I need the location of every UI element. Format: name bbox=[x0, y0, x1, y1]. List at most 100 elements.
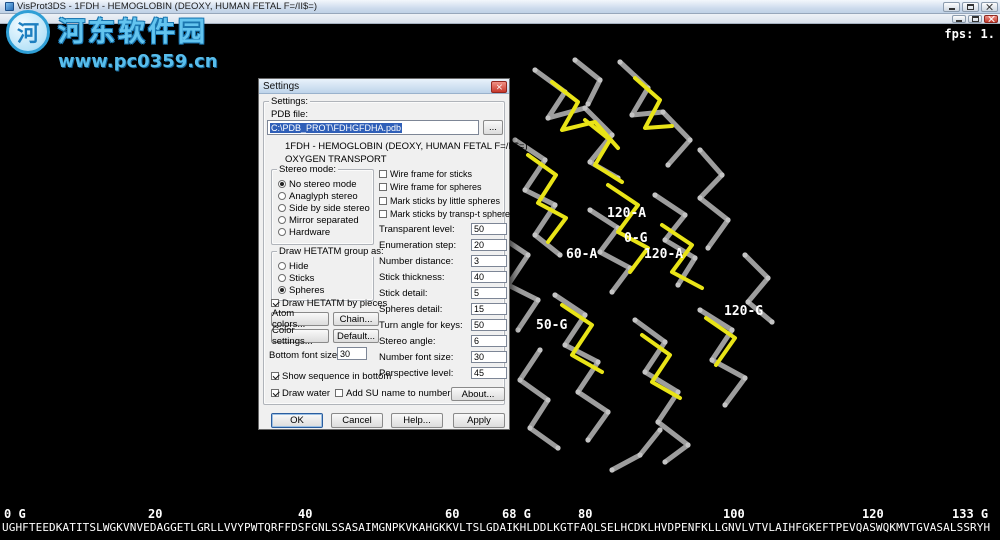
radio-label: Anaglyph stereo bbox=[289, 191, 358, 202]
checkbox-wire-frame-for-spheres[interactable]: Wire frame for spheres bbox=[379, 181, 509, 195]
maximize-icon bbox=[967, 4, 974, 10]
checkbox-label: Mark sticks by transp-t spheres bbox=[390, 209, 515, 219]
radio-hardware[interactable]: Hardware bbox=[278, 226, 371, 238]
setting-input[interactable]: 50 bbox=[471, 319, 507, 331]
checkbox-label: Draw HETATM by pieces bbox=[282, 298, 387, 309]
sequence-text: UGHFTEEDKATITSLWGKVNVEDAGGETLGRLLVVYPWTQ… bbox=[2, 521, 999, 534]
watermark: 河 河东软件园 www.pc0359.cn bbox=[6, 10, 218, 72]
radio-sticks[interactable]: Sticks bbox=[278, 272, 371, 284]
setting-row-enumeration-step: Enumeration step:20 bbox=[379, 237, 507, 253]
stereo-mode-label: Stereo mode: bbox=[277, 164, 338, 175]
bottom-font-size-label: Bottom font size: bbox=[269, 350, 340, 361]
browse-button[interactable]: ... bbox=[483, 120, 503, 135]
pdb-file-input[interactable]: C:\PDB_PROT\FDHGFDHA.pdb bbox=[267, 120, 479, 135]
setting-row-stereo-angle: Stereo angle: 6 bbox=[379, 333, 507, 349]
cancel-button[interactable]: Cancel bbox=[331, 413, 383, 428]
radio-icon bbox=[278, 216, 286, 224]
hetatm-options: HideSticksSpheres bbox=[278, 260, 371, 296]
setting-row-number-distance: Number distance: 3 bbox=[379, 253, 507, 269]
atom-colors-button[interactable]: Atom colors... bbox=[271, 312, 329, 326]
ruler-tick: 68 G bbox=[502, 507, 531, 521]
setting-row-number-font-size: Number font size:30 bbox=[379, 349, 507, 365]
show-sequence-check: Show sequence in bottom bbox=[271, 370, 391, 382]
default-button[interactable]: Default... bbox=[333, 329, 379, 343]
radio-icon bbox=[278, 274, 286, 282]
radio-hide[interactable]: Hide bbox=[278, 260, 371, 272]
radio-label: Spheres bbox=[289, 285, 324, 296]
dialog-close-button[interactable] bbox=[491, 81, 507, 93]
checkbox-label: Mark sticks by little spheres bbox=[390, 196, 500, 206]
checkbox-label: Wire frame for spheres bbox=[390, 182, 482, 192]
close-icon bbox=[987, 15, 995, 23]
child-close-button[interactable] bbox=[984, 15, 998, 23]
checkbox-icon bbox=[379, 210, 387, 218]
radio-label: Sticks bbox=[289, 273, 314, 284]
checkbox-show-sequence-in-bottom[interactable]: Show sequence in bottom bbox=[271, 370, 391, 382]
window-controls bbox=[943, 2, 998, 12]
setting-label: Number distance: bbox=[379, 256, 453, 267]
radio-label: Mirror separated bbox=[289, 215, 359, 226]
ruler-tick: 0 G bbox=[4, 507, 26, 521]
setting-input[interactable]: 50 bbox=[471, 223, 507, 235]
sequence-ruler: 0 G20406068 G80100120133 G bbox=[0, 507, 1000, 520]
radio-icon bbox=[278, 228, 286, 236]
ruler-tick: 60 bbox=[445, 507, 459, 521]
wireframe-checks: Wire frame for sticksWire frame for sphe… bbox=[379, 167, 509, 221]
setting-label: Stick thickness: bbox=[379, 272, 444, 283]
setting-input[interactable]: 5 bbox=[471, 287, 507, 299]
setting-input[interactable]: 30 bbox=[471, 351, 507, 363]
radio-side-by-side-stereo[interactable]: Side by side stereo bbox=[278, 202, 371, 214]
checkbox-wire-frame-for-sticks[interactable]: Wire frame for sticks bbox=[379, 167, 509, 181]
checkbox-add-su-name-to-number[interactable]: Add SU name to number bbox=[335, 387, 451, 399]
pdb-info-line1: 1FDH - HEMOGLOBIN (DEOXY, HUMAN FETAL F=… bbox=[285, 141, 528, 152]
minimize-button[interactable] bbox=[943, 2, 960, 12]
setting-label: Turn angle for keys: bbox=[379, 320, 463, 331]
bottom-font-size-input[interactable]: 30 bbox=[337, 347, 367, 360]
restore-icon bbox=[972, 16, 979, 22]
help-button[interactable]: Help... bbox=[391, 413, 443, 428]
ruler-tick: 133 G bbox=[952, 507, 988, 521]
watermark-site-url: www.pc0359.cn bbox=[58, 51, 218, 72]
setting-label: Transparent level: bbox=[379, 224, 455, 235]
checkbox-draw-water[interactable]: Draw water bbox=[271, 387, 330, 399]
child-restore-button[interactable] bbox=[968, 15, 982, 23]
setting-label: Stereo angle: bbox=[379, 336, 436, 347]
radio-mirror-separated[interactable]: Mirror separated bbox=[278, 214, 371, 226]
setting-input[interactable]: 3 bbox=[471, 255, 507, 267]
radio-anaglyph-stereo[interactable]: Anaglyph stereo bbox=[278, 190, 371, 202]
checkbox-icon bbox=[271, 299, 279, 307]
setting-label: Spheres detail: bbox=[379, 304, 442, 315]
chain-button[interactable]: Chain... bbox=[333, 312, 379, 326]
setting-row-stick-thickness: Stick thickness: 40 bbox=[379, 269, 507, 285]
ruler-tick: 120 bbox=[862, 507, 884, 521]
maximize-button[interactable] bbox=[962, 2, 979, 12]
setting-input[interactable]: 40 bbox=[471, 271, 507, 283]
setting-input[interactable]: 15 bbox=[471, 303, 507, 315]
dialog-title: Settings bbox=[263, 81, 299, 92]
setting-input[interactable]: 45 bbox=[471, 367, 507, 379]
radio-spheres[interactable]: Spheres bbox=[278, 284, 371, 296]
checkbox-label: Add SU name to number bbox=[346, 388, 451, 399]
radio-icon bbox=[278, 262, 286, 270]
checkbox-icon bbox=[379, 197, 387, 205]
checkbox-mark-sticks-by-little-spheres[interactable]: Mark sticks by little spheres bbox=[379, 194, 509, 208]
settings-group-label: Settings: bbox=[269, 96, 310, 107]
checkbox-mark-sticks-by-transp-t-spheres[interactable]: Mark sticks by transp-t spheres bbox=[379, 208, 509, 222]
close-button[interactable] bbox=[981, 2, 998, 12]
checkbox-icon bbox=[271, 389, 279, 397]
watermark-text: 河东软件园 www.pc0359.cn bbox=[58, 10, 218, 72]
setting-input[interactable]: 20 bbox=[471, 239, 507, 251]
child-window-controls bbox=[952, 15, 998, 23]
setting-row-turn-angle-for-keys: Turn angle for keys: 50 bbox=[379, 317, 507, 333]
radio-no-stereo-mode[interactable]: No stereo mode bbox=[278, 178, 371, 190]
hetatm-group: Draw HETATM group as: HideSticksSpheres bbox=[271, 251, 374, 301]
child-minimize-button[interactable] bbox=[952, 15, 966, 23]
apply-button[interactable]: Apply bbox=[453, 413, 505, 428]
checkbox-icon bbox=[271, 372, 279, 380]
setting-input[interactable]: 6 bbox=[471, 335, 507, 347]
ok-button[interactable]: OK bbox=[271, 413, 323, 428]
dialog-titlebar[interactable]: Settings bbox=[259, 79, 509, 94]
color-settings-button[interactable]: Color settings... bbox=[271, 329, 329, 343]
draw-water-check: Draw water bbox=[271, 387, 330, 399]
about-button[interactable]: About... bbox=[451, 387, 505, 401]
